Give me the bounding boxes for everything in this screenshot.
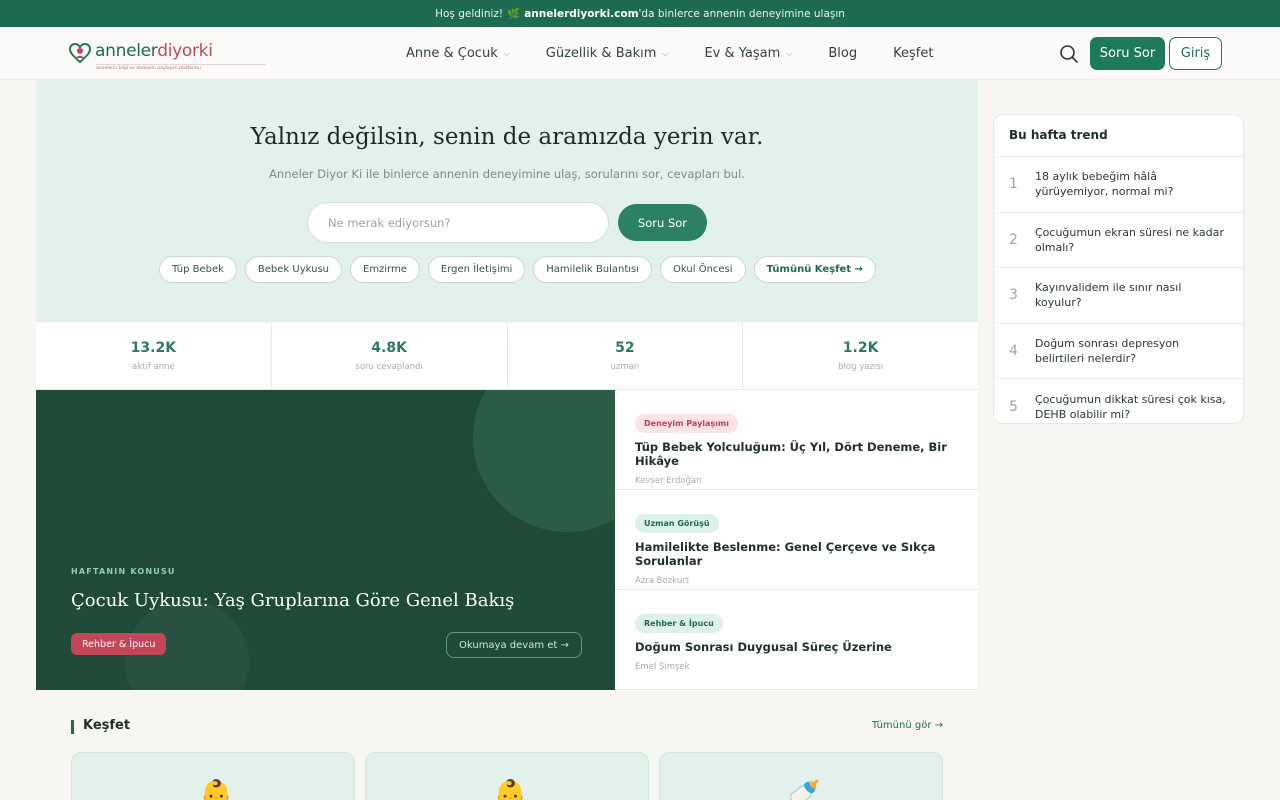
see-all-link[interactable]: Tümünü gör → <box>872 720 943 731</box>
featured-title: Çocuk Uykusu: Yaş Gruplarına Göre Genel … <box>71 590 515 611</box>
nav-item-blog[interactable]: Blog <box>828 46 857 61</box>
logo-wordmark: annelerdiyorki <box>95 41 213 61</box>
explore-card[interactable]: 🍼 <box>659 752 943 800</box>
article-author: Azra Bozkurt <box>635 576 690 586</box>
hero-subtitle: Anneler Diyor Ki ile binlerce annenin de… <box>269 167 745 181</box>
nav-item-guzellik-bakim[interactable]: Güzellik & Bakım ⌵ <box>546 46 669 61</box>
decorative-circle <box>473 390 615 532</box>
stat-active-mothers: 13.2K aktif anne <box>36 322 272 389</box>
search-icon[interactable] <box>1058 43 1080 65</box>
question-search-input[interactable] <box>307 202 609 243</box>
baby-icon: 👶 <box>494 779 527 800</box>
article-item[interactable]: Deneyim Paylaşımı Tüp Bebek Yolculuğum: … <box>615 390 978 490</box>
article-tag: Uzman Görüşü <box>635 514 719 533</box>
explore-title: Keşfet <box>83 718 131 733</box>
article-tag: Rehber & İpucu <box>635 614 723 633</box>
main-nav: Anne & Çocuk ⌵ Güzellik & Bakım ⌵ Ev & Yaş… <box>406 27 969 80</box>
heart-logo-icon <box>68 42 92 64</box>
topic-chip[interactable]: Ergen İletişimi <box>427 256 526 283</box>
topic-chip[interactable]: Hamilelik Bulantısı <box>533 256 653 283</box>
article-title[interactable]: Tüp Bebek Yolculuğum: Üç Yıl, Dört Denem… <box>635 440 978 468</box>
topic-chips: Tüp Bebek Bebek Uykusu Emzirme Ergen İle… <box>159 256 876 283</box>
chevron-down-icon: ⌵ <box>662 48 669 58</box>
trending-item[interactable]: 3 Kayınvalidem ile sınır nasıl koyulur? <box>994 268 1243 324</box>
read-more-button[interactable]: Okumaya devam et → <box>446 632 582 658</box>
trending-title: Bu hafta trend <box>994 115 1243 157</box>
trending-item[interactable]: 2 Çocuğumun ekran süresi ne kadar olmalı? <box>994 213 1243 268</box>
hero-title: Yalnız değilsin, senin de aramızda yerin… <box>250 124 764 150</box>
stat-experts: 52 uzman <box>508 322 744 389</box>
announcement-prefix: Hoş geldiniz! <box>435 7 504 20</box>
topic-chip[interactable]: Bebek Uykusu <box>244 256 342 283</box>
featured-kicker: HAFTANIN KONUSU <box>71 567 176 576</box>
stat-blog-posts: 1.2K blog yazısı <box>838 339 884 372</box>
baby-icon: 👶 <box>200 779 233 800</box>
nav-item-kesfet[interactable]: Keşfet <box>893 46 933 61</box>
featured-topic-card[interactable]: HAFTANIN KONUSU Çocuk Uykusu: Yaş Grupla… <box>36 390 615 690</box>
chevron-down-icon: ⌵ <box>786 48 793 58</box>
trending-item[interactable]: 1 18 aylık bebeğim hâlâ yürüyemiyor, norm… <box>994 157 1243 213</box>
login-button[interactable]: Giriş <box>1169 37 1222 70</box>
hero-section: Yalnız değilsin, senin de aramızda yerin… <box>36 80 978 321</box>
stats-strip: 13.2K aktif anne 4.8K soru cevaplandı 52 uz… <box>36 321 978 390</box>
category-badge: Rehber & İpucu <box>71 633 167 655</box>
topic-chip[interactable]: Tüp Bebek <box>159 256 237 283</box>
site-header: annelerdiyorki annelerin bilgi ve deneyi… <box>0 27 1280 80</box>
explore-all-chip[interactable]: Tümünü Keşfet → <box>753 256 876 283</box>
leaf-icon: 🌿 <box>507 8 521 20</box>
article-author: Emel Şimşek <box>635 662 690 672</box>
topic-chip[interactable]: Emzirme <box>350 256 420 283</box>
explore-card[interactable]: 👶 <box>365 752 649 800</box>
logo-tagline: annelerin bilgi ve deneyim paylaşım plat… <box>96 64 266 71</box>
explore-card[interactable]: 👶 <box>71 752 355 800</box>
explore-section-header: Keşfet Tümünü gör → <box>71 718 943 736</box>
trending-sidebar: Bu hafta trend 1 18 aylık bebeğim hâlâ yü… <box>993 114 1244 424</box>
article-item[interactable]: Uzman Görüşü Hamilelikte Beslenme: Genel… <box>615 490 978 590</box>
article-title[interactable]: Doğum Sonrası Duygusal Süreç Üzerine <box>635 640 978 654</box>
baby-bottle-icon: 🍼 <box>788 779 821 800</box>
section-accent-bar <box>71 720 74 734</box>
announcement-suffix: 'da binlerce annenin deneyimine ulaşın <box>638 7 845 20</box>
chevron-down-icon: ⌵ <box>503 48 510 58</box>
article-author: Kevser Erdoğan <box>635 476 702 486</box>
trending-item[interactable]: 5 Çocuğumun dikkat süresi çok kısa, DEHB … <box>994 379 1243 423</box>
hero-ask-button[interactable]: Soru Sor <box>618 204 707 241</box>
trending-item[interactable]: 4 Doğum sonrası depresyon belirtileri nel… <box>994 324 1243 379</box>
article-list: Deneyim Paylaşımı Tüp Bebek Yolculuğum: … <box>615 390 978 691</box>
announcement-site[interactable]: annelerdiyorki.com <box>524 8 638 20</box>
stat-answered: 4.8K soru cevaplandı <box>272 322 508 389</box>
nav-item-ev-yasam[interactable]: Ev & Yaşam ⌵ <box>704 46 792 61</box>
site-logo[interactable]: annelerdiyorki annelerin bilgi ve deneyi… <box>68 39 268 73</box>
ask-question-button[interactable]: Soru Sor <box>1090 37 1165 70</box>
nav-item-anne-cocuk[interactable]: Anne & Çocuk ⌵ <box>406 46 510 61</box>
article-title[interactable]: Hamilelikte Beslenme: Genel Çerçeve ve S… <box>635 540 978 568</box>
announcement-bar: Hoş geldiniz! 🌿 annelerdiyorki.com'da bi… <box>0 0 1280 27</box>
topic-chip[interactable]: Okul Öncesi <box>660 256 746 283</box>
article-tag: Deneyim Paylaşımı <box>635 414 739 433</box>
article-item[interactable]: Rehber & İpucu Doğum Sonrası Duygusal Sü… <box>615 590 978 690</box>
